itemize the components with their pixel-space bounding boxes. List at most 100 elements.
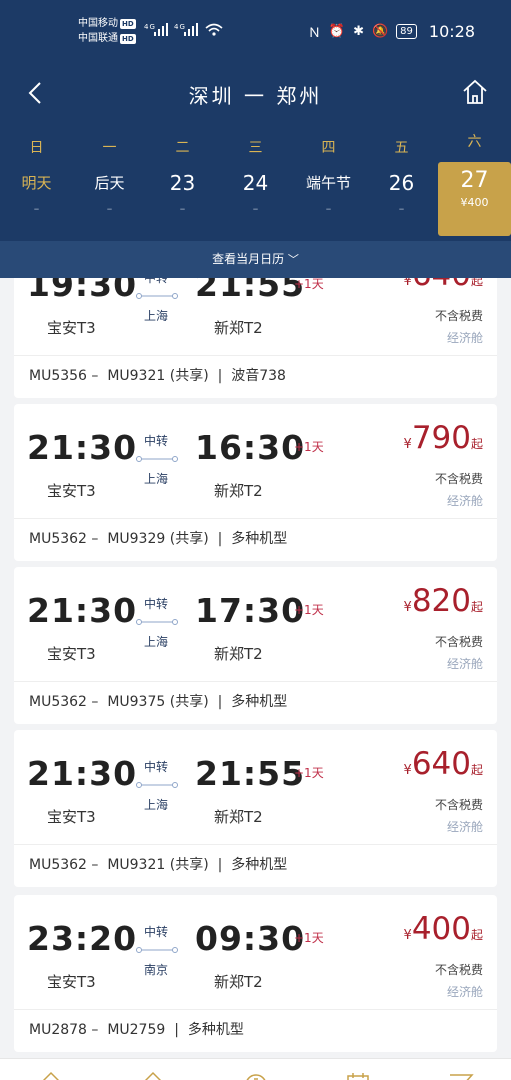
transfer-city: 上海 bbox=[144, 798, 169, 812]
home-icon[interactable] bbox=[461, 78, 489, 106]
price-value: 640 bbox=[411, 746, 471, 782]
arrival-time: 21:55 bbox=[195, 278, 306, 304]
flight-number-2: MU2759 bbox=[107, 1022, 166, 1038]
departure-airport: 宝安T3 bbox=[47, 319, 96, 337]
flight-card[interactable]: 19:30 宝安T3 中转 上海 21:55 +1天 新郑T2 ¥640起 不含… bbox=[14, 278, 497, 398]
arrival-time: 17:30 bbox=[195, 591, 306, 630]
date-price: – bbox=[252, 202, 259, 215]
departure-time: 23:20 bbox=[27, 919, 138, 958]
currency: ¥ bbox=[403, 437, 412, 452]
flight-number-2: MU9321 bbox=[107, 368, 166, 384]
departure-time: 19:30 bbox=[27, 278, 138, 304]
tax-note: 不含税费 bbox=[434, 472, 483, 486]
flight-list: 19:30 宝安T3 中转 上海 21:55 +1天 新郑T2 ¥640起 不含… bbox=[0, 278, 511, 1058]
transfer-line-icon bbox=[136, 619, 178, 625]
battery-icon: 89 bbox=[396, 24, 417, 39]
service-tab-icon[interactable] bbox=[243, 1071, 269, 1080]
home-tab-icon[interactable] bbox=[38, 1071, 64, 1080]
price-value: 640 bbox=[412, 278, 471, 293]
date-item[interactable]: 一 后天 – bbox=[73, 130, 146, 236]
transfer-city: 南京 bbox=[144, 963, 169, 977]
transfer-line-icon bbox=[136, 293, 178, 299]
calendar-link-label: 查看当月日历 bbox=[212, 252, 285, 266]
next-day-badge: +1天 bbox=[294, 440, 324, 454]
date-item[interactable]: 四 端午节 – bbox=[292, 130, 365, 236]
departure-airport: 宝安T3 bbox=[47, 645, 96, 663]
date-label: 23 bbox=[169, 171, 196, 195]
date-label: 27 bbox=[460, 168, 489, 193]
flight-card[interactable]: 21:30 宝安T3 中转 上海 17:30 +1天 新郑T2 ¥820起 不含… bbox=[14, 567, 497, 724]
transfer-city: 上海 bbox=[144, 635, 169, 649]
date-label: 后天 bbox=[94, 174, 125, 192]
price-suffix: 起 bbox=[470, 278, 483, 288]
shared-label: (共享) bbox=[169, 531, 209, 547]
weekday: 一 bbox=[102, 140, 117, 156]
arrival-airport: 新郑T2 bbox=[214, 645, 263, 663]
flight-number-1: MU2878 bbox=[29, 1022, 87, 1038]
price: ¥790起 bbox=[404, 420, 483, 456]
arrival-airport: 新郑T2 bbox=[214, 319, 263, 337]
flight-info: MU5362 – MU9329 (共享) | 多种机型 bbox=[29, 531, 288, 547]
hd-badge: HD bbox=[120, 34, 136, 44]
date-item[interactable]: 日 明天 – bbox=[0, 130, 73, 236]
date-item[interactable]: 二 23 – bbox=[146, 130, 219, 236]
transfer-label: 中转 bbox=[144, 925, 169, 939]
status-icons: Ｎ ⏰ ✱ 🔕 89 10:28 bbox=[308, 22, 475, 41]
flight-card[interactable]: 23:20 宝安T3 中转 南京 09:30 +1天 新郑T2 ¥400起 不含… bbox=[14, 895, 497, 1052]
price: ¥640起 bbox=[404, 746, 483, 782]
flight-number-1: MU5362 bbox=[29, 694, 87, 710]
carrier-2: 中国联通 bbox=[78, 33, 118, 44]
date-label: 26 bbox=[388, 171, 415, 195]
departure-airport: 宝安T3 bbox=[47, 808, 96, 826]
aircraft-type: 波音738 bbox=[231, 368, 286, 384]
date-price: – bbox=[398, 202, 405, 215]
status-time: 10:28 bbox=[428, 22, 475, 41]
currency: ¥ bbox=[403, 278, 412, 289]
flight-number-2: MU9321 bbox=[107, 857, 166, 873]
tax-note: 不含税费 bbox=[434, 635, 483, 649]
date-item[interactable]: 三 24 – bbox=[219, 130, 292, 236]
weekday: 五 bbox=[394, 140, 409, 156]
departure-airport: 宝安T3 bbox=[47, 482, 96, 500]
date-label: 明天 bbox=[21, 174, 52, 192]
calendar-link[interactable]: 查看当月日历 ﹀ bbox=[0, 241, 511, 278]
price: ¥640起 bbox=[404, 278, 483, 293]
date-item[interactable]: 五 26 – bbox=[365, 130, 438, 236]
calendar-tab-icon[interactable] bbox=[345, 1071, 371, 1080]
transfer-label: 中转 bbox=[144, 597, 169, 611]
transfer-city: 上海 bbox=[144, 309, 169, 323]
flight-number-2: MU9329 bbox=[107, 531, 166, 547]
chevron-left-icon[interactable] bbox=[24, 80, 48, 106]
price-value: 400 bbox=[411, 911, 471, 947]
flight-info: MU5362 – MU9321 (共享) | 多种机型 bbox=[29, 857, 288, 873]
flight-number-1: MU5362 bbox=[29, 531, 87, 547]
cabin-class: 经济舱 bbox=[446, 820, 483, 834]
tax-note: 不含税费 bbox=[434, 309, 483, 323]
departure-time: 21:30 bbox=[27, 428, 138, 467]
transfer-label: 中转 bbox=[144, 760, 169, 774]
flight-number-1: MU5356 bbox=[29, 368, 87, 384]
date-item-selected[interactable]: 六 27 ¥400 bbox=[438, 130, 511, 236]
arrival-time: 16:30 bbox=[195, 428, 306, 467]
flight-info: MU5356 – MU9321 (共享) | 波音738 bbox=[29, 368, 286, 384]
date-price: – bbox=[325, 202, 332, 215]
arrival-airport: 新郑T2 bbox=[214, 808, 263, 826]
filter-tab-icon[interactable] bbox=[448, 1071, 474, 1080]
flight-card[interactable]: 21:30 宝安T3 中转 上海 21:55 +1天 新郑T2 ¥640起 不含… bbox=[14, 730, 497, 887]
svg-text:4G: 4G bbox=[174, 23, 186, 31]
hd-badge: HD bbox=[120, 19, 136, 29]
departure-airport: 宝安T3 bbox=[47, 973, 96, 991]
alarm-icon: ⏰ bbox=[328, 24, 346, 39]
page-title: 深圳 一 郑州 bbox=[188, 84, 323, 108]
transfer-label: 中转 bbox=[144, 278, 169, 285]
next-day-badge: +1天 bbox=[294, 603, 324, 617]
price-suffix: 起 bbox=[470, 763, 483, 777]
aircraft-type: 多种机型 bbox=[231, 694, 288, 710]
plane-tab-icon[interactable] bbox=[140, 1071, 166, 1080]
flight-card[interactable]: 21:30 宝安T3 中转 上海 16:30 +1天 新郑T2 ¥790起 不含… bbox=[14, 404, 497, 561]
price-suffix: 起 bbox=[470, 928, 483, 942]
transfer-city: 上海 bbox=[144, 472, 169, 486]
tax-note: 不含税费 bbox=[434, 963, 483, 977]
price-suffix: 起 bbox=[470, 437, 483, 451]
date-label: 端午节 bbox=[305, 174, 351, 192]
